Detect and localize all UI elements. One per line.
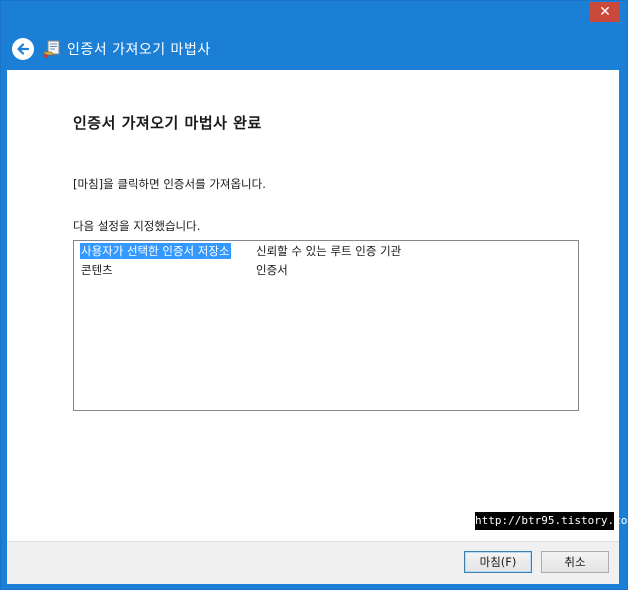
back-button[interactable]	[12, 38, 34, 60]
instruction-text: [마침]을 클릭하면 인증서를 가져옵니다.	[73, 177, 266, 191]
setting-name: 콘텐츠	[81, 263, 113, 277]
title-bar: ✕ 인증서 가져오기 마법사	[1, 1, 627, 70]
settings-label: 다음 설정을 지정했습니다.	[73, 219, 201, 233]
close-button[interactable]: ✕	[590, 2, 620, 22]
setting-value: 신뢰할 수 있는 루트 인증 기관	[256, 244, 402, 258]
close-icon: ✕	[599, 4, 611, 20]
wizard-content: 인증서 가져오기 마법사 완료 [마침]을 클릭하면 인증서를 가져옵니다. 다…	[7, 70, 628, 541]
setting-name: 사용자가 선택한 인증서 저장소	[80, 243, 231, 259]
finish-button[interactable]: 마침(F)	[464, 551, 532, 573]
certificate-wizard-icon	[42, 40, 60, 58]
cancel-button[interactable]: 취소	[541, 551, 609, 573]
wizard-window: ✕ 인증서 가져오기 마법사 인증서 가져오기 마법사 완료 [마침]을 클릭하…	[0, 0, 628, 590]
back-arrow-icon	[17, 43, 30, 55]
button-bar: 마침(F) 취소	[7, 541, 619, 584]
watermark: http://btr95.tistory.com	[475, 512, 628, 530]
settings-list[interactable]: 사용자가 선택한 인증서 저장소 신뢰할 수 있는 루트 인증 기관 콘텐츠 인…	[73, 240, 579, 411]
window-title: 인증서 가져오기 마법사	[67, 42, 211, 58]
page-heading: 인증서 가져오기 마법사 완료	[73, 114, 262, 132]
setting-value: 인증서	[256, 263, 288, 277]
